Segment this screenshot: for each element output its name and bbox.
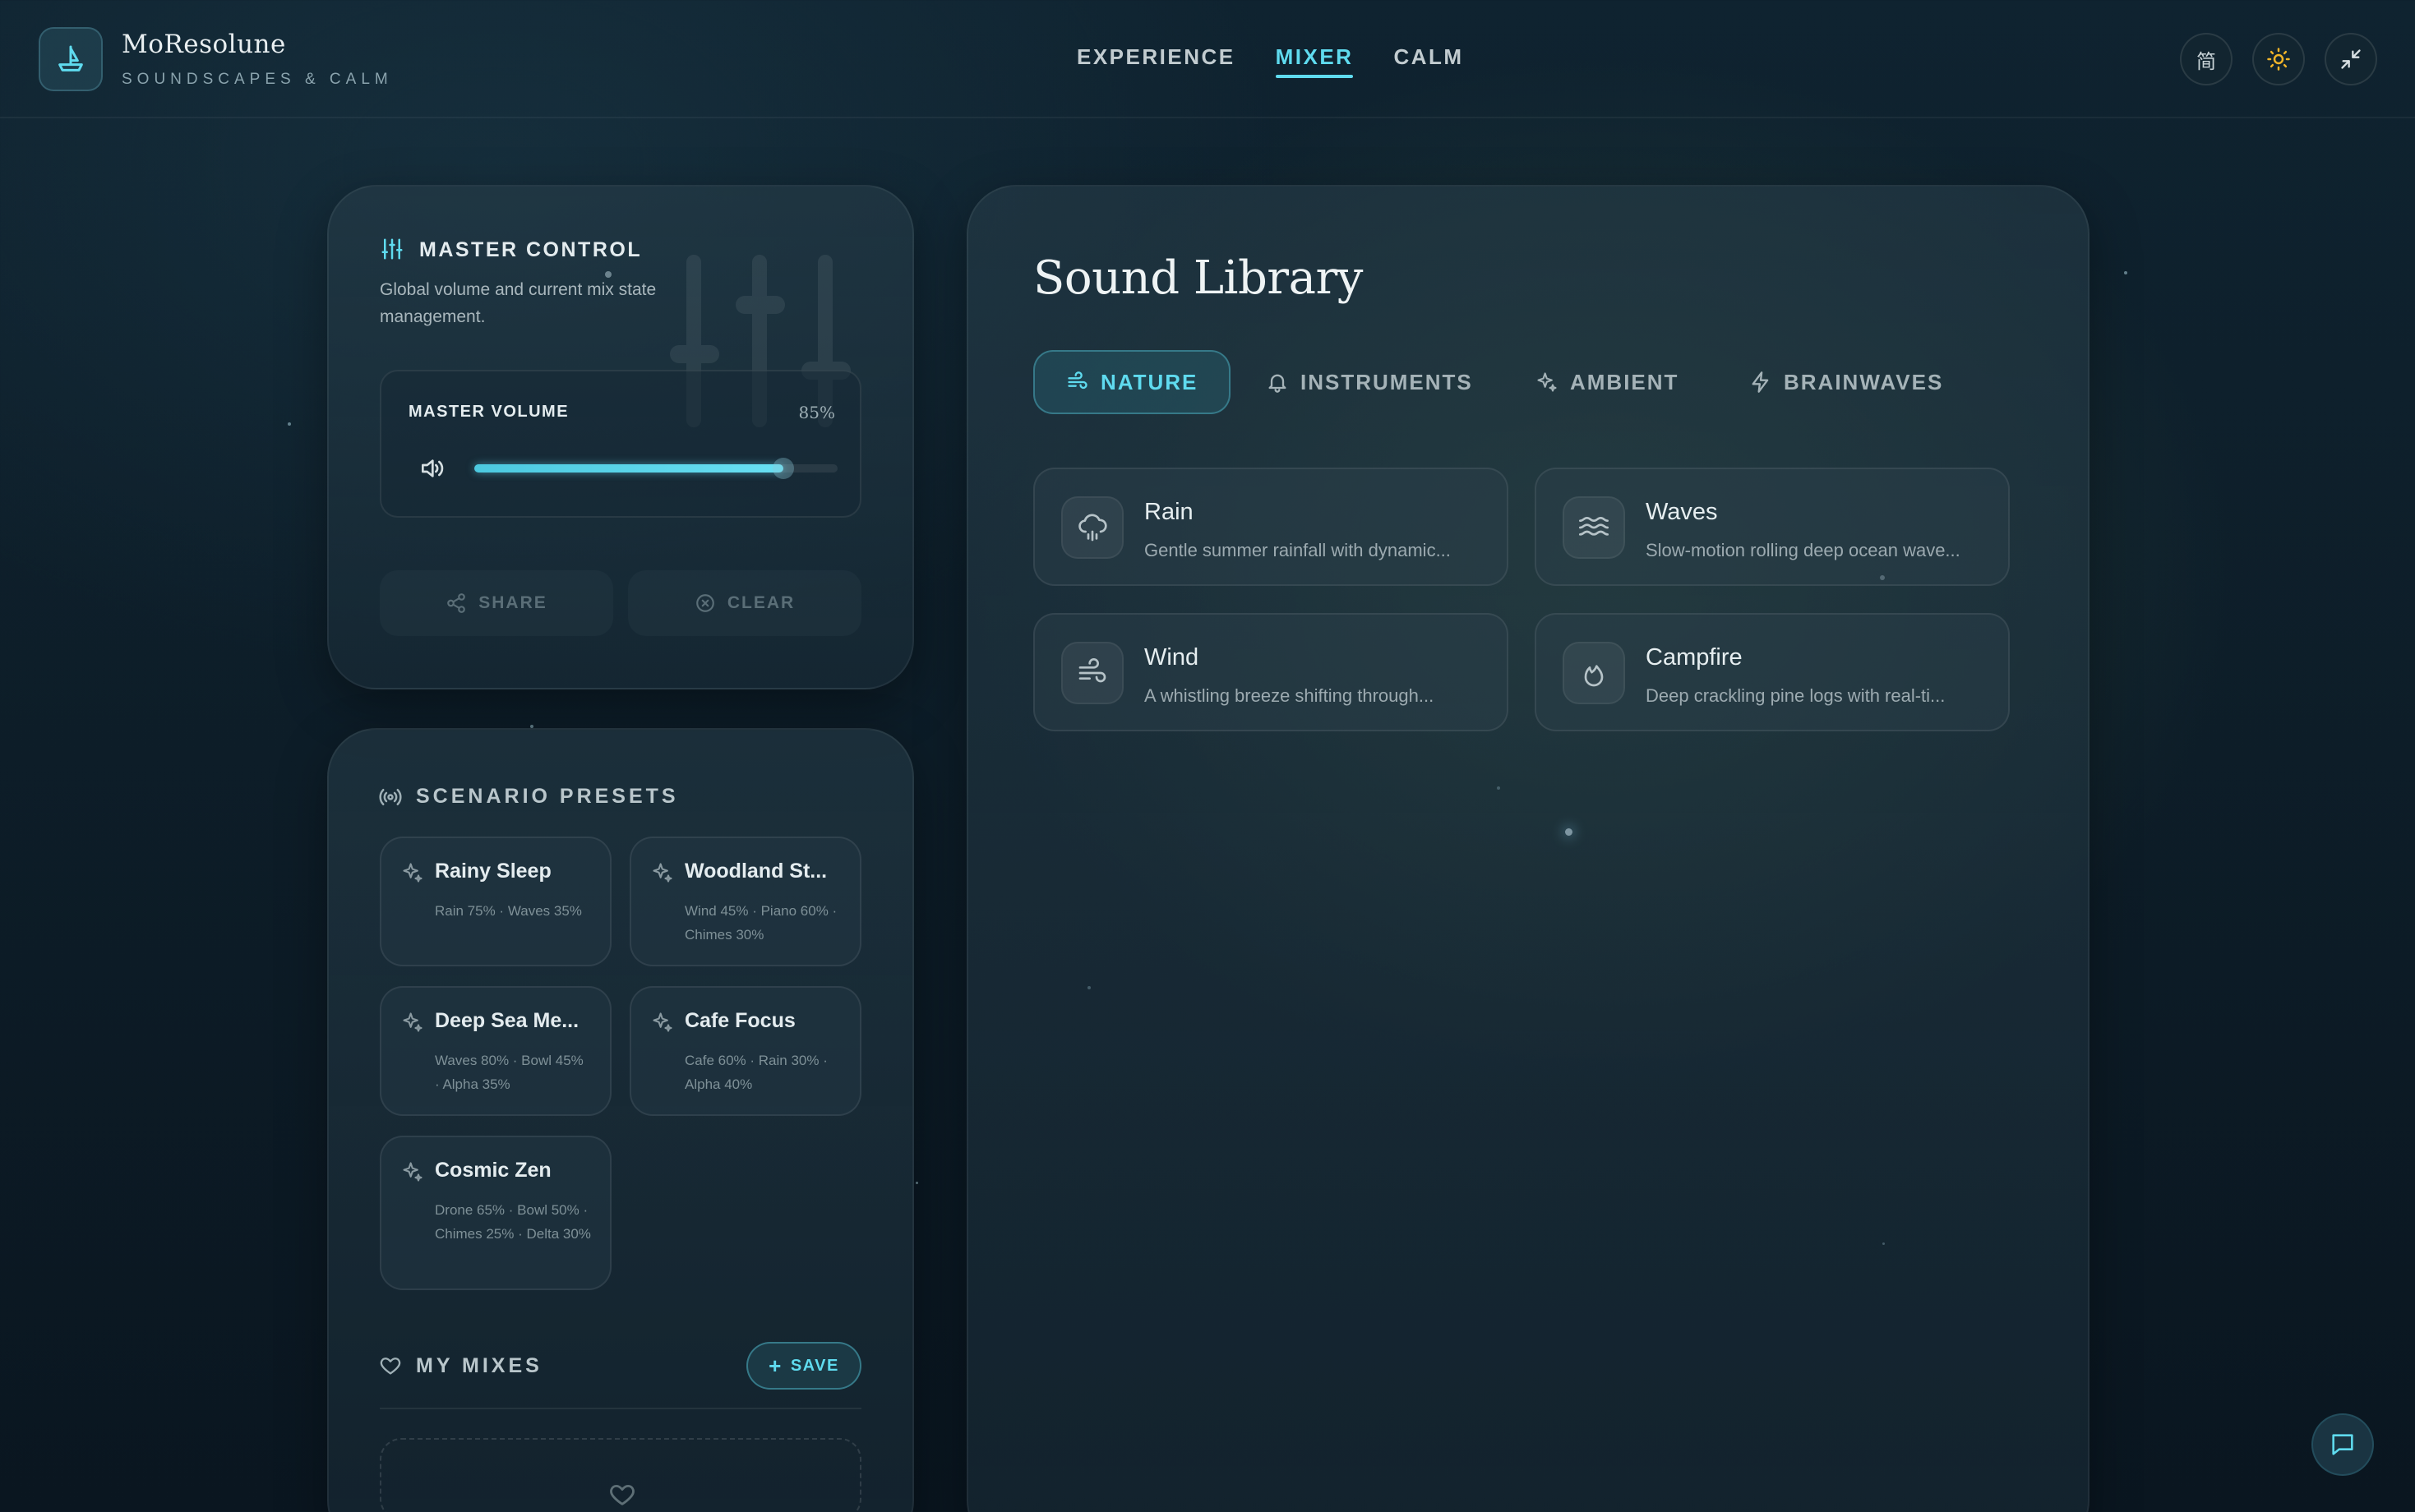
- heart-icon: [610, 1484, 635, 1505]
- master-control-subtitle: Global volume and current mix state mana…: [380, 280, 657, 326]
- heart-icon: [380, 1358, 401, 1375]
- sun-icon: [2267, 48, 2290, 71]
- master-volume-label: MASTER VOLUME: [409, 403, 570, 421]
- background-star: [916, 1182, 918, 1184]
- clear-button[interactable]: CLEAR: [628, 570, 861, 636]
- preset-card[interactable]: Cafe Focus Cafe 60% · Rain 30% · Alpha 4…: [630, 986, 861, 1116]
- sound-name: Waves: [1646, 499, 1718, 525]
- sound-library-title: Sound Library: [1033, 251, 1363, 305]
- preset-mix: Rain 75% · Waves 35%: [435, 903, 582, 919]
- boat-icon: [58, 45, 83, 71]
- clear-label: CLEAR: [727, 593, 796, 612]
- language-toggle-button[interactable]: 简: [2180, 33, 2233, 85]
- my-mixes-divider: [380, 1408, 861, 1409]
- master-volume-value: 85%: [798, 403, 835, 422]
- bolt-icon: [1752, 371, 1769, 393]
- master-volume-box: MASTER VOLUME 85%: [380, 370, 861, 518]
- sound-name: Wind: [1144, 644, 1199, 671]
- preset-card[interactable]: Deep Sea Me... Waves 80% · Bowl 45% · Al…: [380, 986, 612, 1116]
- nav-mixer[interactable]: MIXER: [1275, 44, 1354, 78]
- sound-card-wind[interactable]: Wind A whistling breeze shifting through…: [1033, 613, 1508, 731]
- master-control-title: MASTER CONTROL: [419, 238, 643, 261]
- cloud-rain-icon: [1078, 514, 1107, 542]
- sound-description: Slow-motion rolling deep ocean wave...: [1646, 540, 1960, 560]
- tab-label: NATURE: [1101, 369, 1198, 394]
- waves-icon: [1579, 516, 1609, 536]
- broadcast-icon: [379, 789, 402, 805]
- master-volume-slider[interactable]: [474, 458, 838, 479]
- tab-label: INSTRUMENTS: [1300, 369, 1473, 394]
- sparkles-icon: [653, 863, 672, 883]
- brand-tagline: SOUNDSCAPES & CALM: [122, 71, 393, 88]
- tab-label: AMBIENT: [1570, 369, 1679, 394]
- preset-name: Woodland St...: [685, 860, 828, 883]
- share-label: SHARE: [478, 593, 547, 612]
- speaker-icon[interactable]: [418, 455, 446, 482]
- preset-mix: Waves 80% · Bowl 45% · Alpha 35%: [435, 1053, 584, 1092]
- background-star: [288, 422, 291, 426]
- preset-mix: Wind 45% · Piano 60% · Chimes 30%: [685, 903, 838, 943]
- sound-name: Rain: [1144, 499, 1194, 525]
- sound-icon-box: [1061, 642, 1124, 704]
- preset-mix: Cafe 60% · Rain 30% · Alpha 40%: [685, 1053, 828, 1092]
- sparkles-icon: [1537, 372, 1557, 392]
- background-star: [2124, 271, 2127, 274]
- collapse-button[interactable]: [2325, 33, 2377, 85]
- sound-icon-box: [1061, 496, 1124, 559]
- my-mixes-title: MY MIXES: [416, 1354, 543, 1377]
- sound-description: A whistling breeze shifting through...: [1144, 685, 1434, 706]
- sparkles-icon: [653, 1012, 672, 1032]
- share-icon: [447, 593, 466, 613]
- sparkles-icon: [403, 863, 423, 883]
- share-button[interactable]: SHARE: [380, 570, 613, 636]
- top-header: MoResolune SOUNDSCAPES & CALM EXPERIENCE…: [0, 0, 2415, 118]
- empty-mixes-placeholder: [380, 1438, 861, 1512]
- tab-brainwaves[interactable]: BRAINWAVES: [1749, 350, 1943, 414]
- sound-card-waves[interactable]: Waves Slow-motion rolling deep ocean wav…: [1535, 468, 2010, 586]
- tab-nature[interactable]: NATURE: [1033, 350, 1231, 414]
- chat-button[interactable]: [2311, 1413, 2374, 1476]
- main-nav: EXPERIENCE MIXER CALM: [1077, 44, 1464, 78]
- wind-icon: [1078, 658, 1106, 683]
- sound-icon-box: [1563, 642, 1625, 704]
- preset-mix: Drone 65% · Bowl 50% · Chimes 25% · Delt…: [435, 1202, 591, 1242]
- tab-ambient[interactable]: AMBIENT: [1535, 350, 1678, 414]
- chat-icon: [2332, 1434, 2353, 1455]
- language-label: 简: [2196, 49, 2216, 73]
- preset-card[interactable]: Woodland St... Wind 45% · Piano 60% · Ch…: [630, 837, 861, 966]
- sound-name: Campfire: [1646, 644, 1743, 671]
- nav-calm[interactable]: CALM: [1393, 44, 1463, 78]
- sound-card-rain[interactable]: Rain Gentle summer rainfall with dynamic…: [1033, 468, 1508, 586]
- tab-instruments[interactable]: INSTRUMENTS: [1266, 350, 1473, 414]
- preset-name: Cafe Focus: [685, 1009, 796, 1032]
- preset-name: Cosmic Zen: [435, 1159, 552, 1182]
- tab-label: BRAINWAVES: [1784, 369, 1944, 394]
- flame-icon: [1584, 665, 1604, 687]
- presets-title: SCENARIO PRESETS: [416, 785, 679, 808]
- master-volume-fill: [474, 464, 783, 472]
- preset-card[interactable]: Cosmic Zen Drone 65% · Bowl 50% · Chimes…: [380, 1136, 612, 1290]
- sound-icon-box: [1563, 496, 1625, 559]
- sparkles-icon: [403, 1012, 423, 1032]
- plus-icon: +: [769, 1353, 783, 1378]
- sliders-icon: [381, 238, 403, 260]
- sound-description: Deep crackling pine logs with real-ti...: [1646, 685, 1946, 706]
- logo[interactable]: [39, 27, 103, 91]
- sound-description: Gentle summer rainfall with dynamic...: [1144, 540, 1451, 560]
- preset-card[interactable]: Rainy Sleep Rain 75% · Waves 35%: [380, 837, 612, 966]
- save-label: SAVE: [790, 1356, 839, 1375]
- minimize-icon: [2341, 49, 2361, 69]
- preset-name: Rainy Sleep: [435, 860, 552, 883]
- bell-icon: [1268, 374, 1286, 393]
- brand-name: MoResolune: [122, 30, 286, 59]
- sound-card-campfire[interactable]: Campfire Deep crackling pine logs with r…: [1535, 613, 2010, 731]
- wind-icon: [1068, 371, 1087, 390]
- sparkles-icon: [403, 1162, 423, 1182]
- save-mix-button[interactable]: + SAVE: [746, 1342, 861, 1390]
- nav-experience[interactable]: EXPERIENCE: [1077, 44, 1235, 78]
- preset-name: Deep Sea Me...: [435, 1009, 580, 1032]
- close-circle-icon: [695, 594, 714, 612]
- theme-toggle-button[interactable]: [2252, 33, 2305, 85]
- master-volume-thumb[interactable]: [772, 458, 794, 479]
